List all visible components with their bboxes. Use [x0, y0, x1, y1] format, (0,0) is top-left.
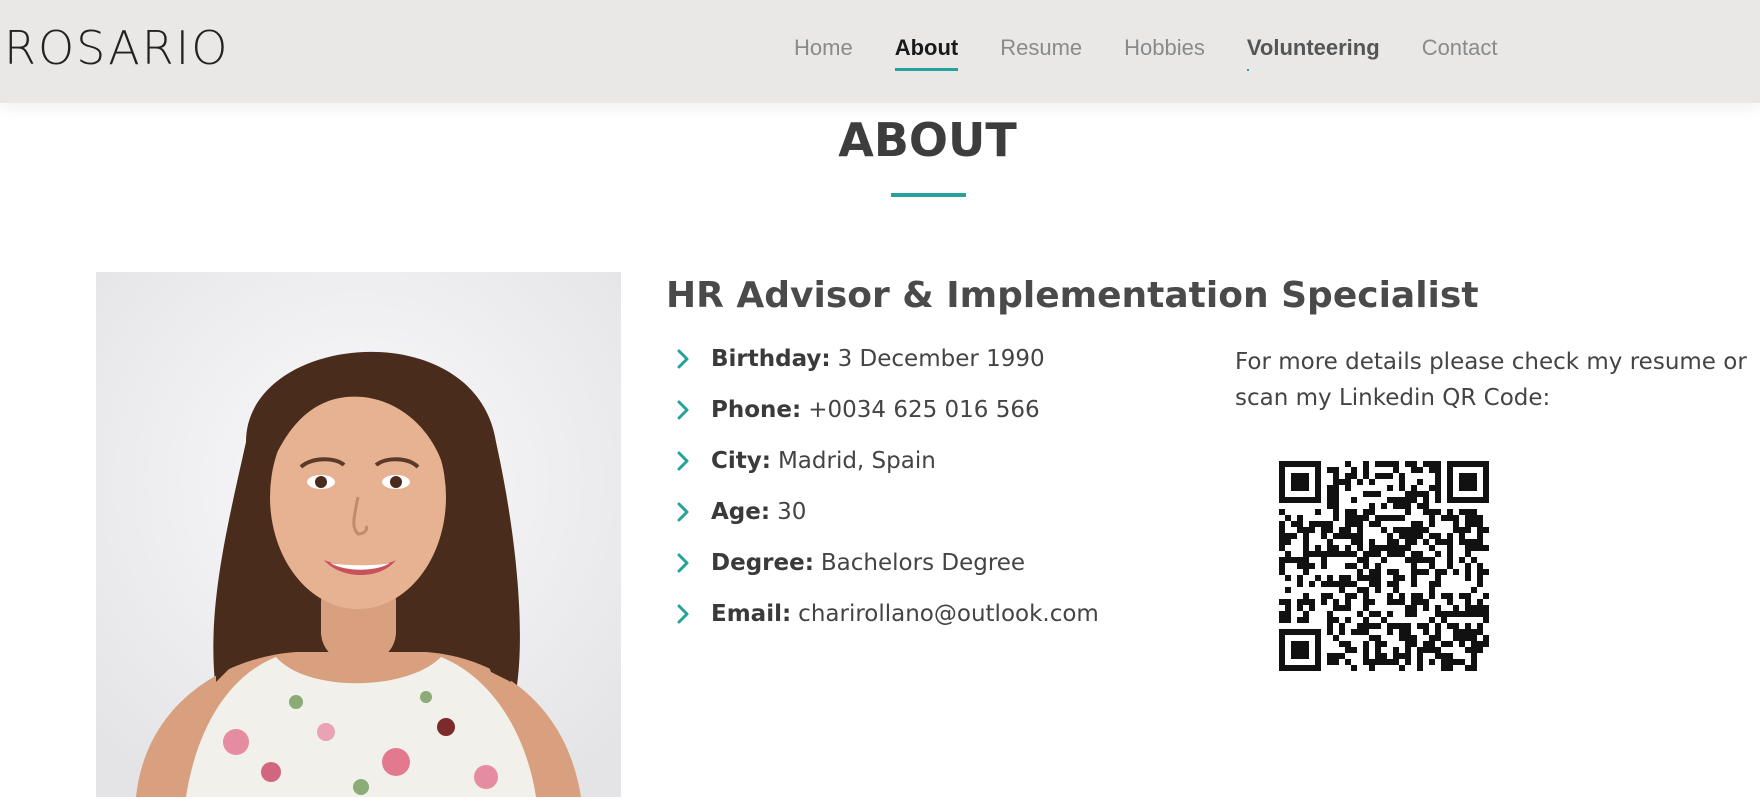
nav-contact[interactable]: Contact [1422, 33, 1498, 63]
chevron-right-icon [672, 393, 694, 427]
info-age: Age: 30 [672, 495, 1099, 546]
nav-hobbies[interactable]: Hobbies [1124, 33, 1205, 63]
profile-photo [96, 272, 621, 797]
nav-resume[interactable]: Resume [1000, 33, 1082, 63]
main-nav: Home About Resume Hobbies Volunteering C… [794, 33, 1540, 71]
nav-about[interactable]: About [894, 33, 958, 71]
info-degree: Degree: Bachelors Degree [672, 546, 1099, 597]
info-value[interactable]: charirollano@outlook.com [798, 597, 1099, 631]
nav-volunteering[interactable]: Volunteering [1246, 33, 1380, 71]
info-label: Degree: [711, 550, 814, 576]
chevron-right-icon [672, 342, 694, 376]
chevron-right-icon [672, 546, 694, 580]
info-city: City: Madrid, Spain [672, 444, 1099, 495]
info-list: Birthday: 3 December 1990 Phone: +0034 6… [672, 342, 1099, 648]
info-label: Birthday: [711, 346, 831, 372]
info-value: Madrid, Spain [777, 448, 936, 474]
chevron-right-icon [672, 495, 694, 529]
qr-code-icon [1279, 461, 1489, 671]
section-title: ABOUT [838, 113, 1017, 167]
info-label: Email: [711, 601, 792, 627]
title-underline [891, 193, 966, 197]
role-title: HR Advisor & Implementation Specialist [666, 275, 1479, 316]
chevron-right-icon [672, 597, 694, 631]
site-header: ROSARIO Home About Resume Hobbies Volunt… [0, 0, 1760, 103]
info-birthday: Birthday: 3 December 1990 [672, 342, 1099, 393]
profile-photo-illustration [96, 272, 621, 797]
info-label: Age: [711, 499, 771, 525]
site-logo[interactable]: ROSARIO [4, 19, 229, 77]
nav-home[interactable]: Home [794, 33, 853, 63]
chevron-right-icon [672, 444, 694, 478]
info-value: 30 [777, 499, 807, 525]
info-email: Email: charirollano@outlook.com [672, 597, 1099, 648]
info-label: Phone: [711, 397, 802, 423]
info-phone: Phone: +0034 625 016 566 [672, 393, 1099, 444]
info-value: +0034 625 016 566 [808, 397, 1040, 423]
details-text: For more details please check my resume … [1235, 349, 1747, 411]
info-value: 3 December 1990 [837, 346, 1045, 372]
info-value: Bachelors Degree [820, 550, 1026, 576]
info-label: City: [711, 448, 771, 474]
linkedin-qr-code [1279, 461, 1489, 671]
